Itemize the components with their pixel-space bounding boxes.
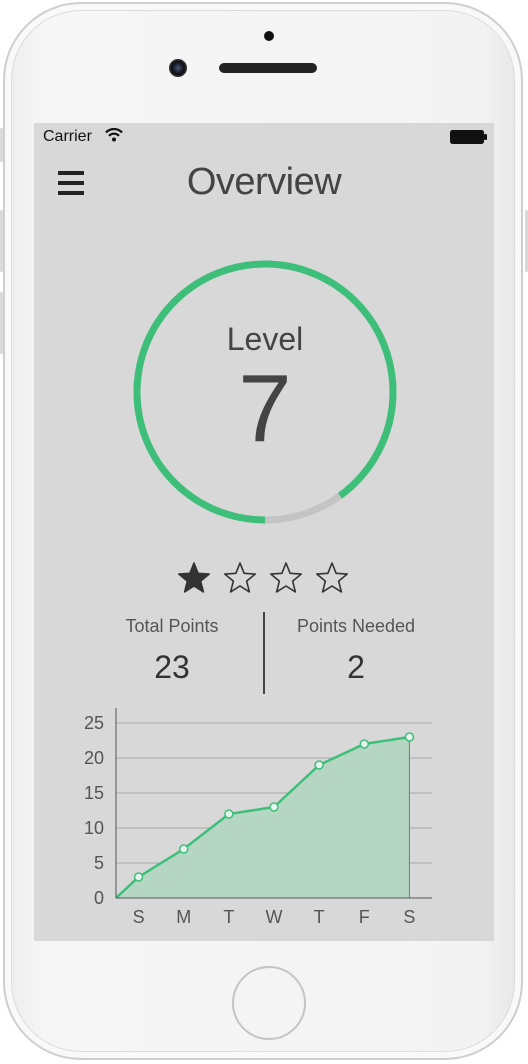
rating-stars xyxy=(176,560,356,596)
earpiece-speaker xyxy=(219,63,317,73)
weekly-points-chart: 0 5 10 15 20 25 S M T W T F S xyxy=(84,708,432,927)
mute-switch xyxy=(0,128,3,162)
level-value: 7 xyxy=(238,355,292,462)
area-fill xyxy=(116,737,410,898)
battery-icon xyxy=(450,130,487,144)
total-points-label: Total Points xyxy=(125,616,219,636)
proximity-sensor xyxy=(264,31,274,41)
x-tick-label: F xyxy=(359,907,370,927)
stats-divider xyxy=(263,612,265,694)
data-point xyxy=(269,802,279,812)
wifi-icon xyxy=(105,128,123,142)
volume-down-button xyxy=(0,292,3,354)
data-point xyxy=(178,844,189,854)
data-point xyxy=(404,732,415,742)
star-outline-icon xyxy=(223,562,257,593)
y-tick-label: 25 xyxy=(84,713,104,733)
y-tick-label: 15 xyxy=(84,783,104,803)
points-needed-label: Points Needed xyxy=(296,616,416,636)
y-tick-label: 5 xyxy=(94,853,104,873)
star-filled-icon xyxy=(177,562,211,593)
page-title: Overview xyxy=(186,161,342,203)
home-button[interactable] xyxy=(232,966,306,1040)
data-point xyxy=(224,809,234,819)
points-needed-value: 2 xyxy=(347,649,365,685)
carrier-label: Carrier xyxy=(43,128,92,145)
x-tick-label: W xyxy=(266,907,283,927)
app-screen: Carrier Overview Level 7 Total Points 23… xyxy=(34,123,494,941)
data-point xyxy=(359,739,370,749)
level-label: Level xyxy=(226,321,304,357)
y-tick-label: 20 xyxy=(84,748,104,768)
x-tick-label: M xyxy=(176,907,191,927)
y-tick-label: 10 xyxy=(84,818,104,838)
y-tick-label: 0 xyxy=(94,888,104,908)
x-tick-label: T xyxy=(223,907,234,927)
star-outline-icon xyxy=(315,562,349,593)
x-tick-label: S xyxy=(403,907,415,927)
data-point xyxy=(314,760,324,770)
volume-up-button xyxy=(0,210,3,272)
data-point xyxy=(133,872,144,882)
total-points-value: 23 xyxy=(154,649,190,685)
x-tick-label: T xyxy=(314,907,325,927)
status-bar: Carrier xyxy=(34,123,494,151)
x-tick-label: S xyxy=(133,907,145,927)
front-camera xyxy=(169,59,187,77)
star-outline-icon xyxy=(269,562,303,593)
